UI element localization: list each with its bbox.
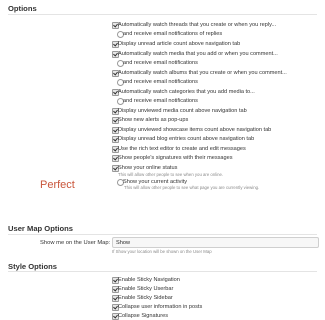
usermap-select-value: Show — [116, 240, 130, 246]
online-status-hint: This will allow other people to see when… — [118, 172, 224, 177]
options-divider — [8, 14, 317, 15]
usermap-title: User Map Options — [8, 224, 73, 233]
style-title: Style Options — [8, 262, 57, 271]
style-divider — [8, 271, 317, 272]
current-activity-hint: This will allow other people to see what… — [124, 185, 260, 190]
options-title: Options — [8, 4, 37, 13]
usermap-hint: If Show your location will be shown on t… — [112, 249, 212, 254]
usermap-divider — [8, 234, 317, 235]
usermap-select[interactable]: Show — [112, 237, 319, 248]
usermap-label: Show me on the User Map: — [40, 240, 111, 246]
overlay-annotation: Perfect — [40, 179, 75, 191]
